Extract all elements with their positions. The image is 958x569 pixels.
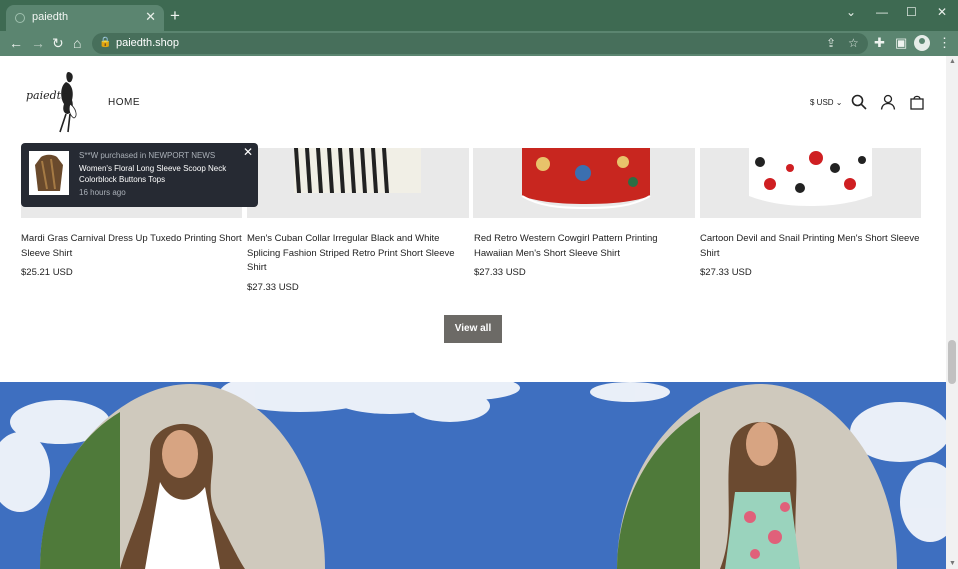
- currency-label: $ USD: [810, 98, 834, 107]
- profile-avatar-icon[interactable]: [914, 35, 930, 51]
- banner-image: [0, 382, 946, 569]
- product-image[interactable]: [247, 148, 469, 218]
- tab-search-icon[interactable]: ⌄: [846, 5, 856, 19]
- product-price: $27.33 USD: [247, 282, 299, 293]
- close-notification-icon[interactable]: ✕: [243, 145, 253, 159]
- reload-icon[interactable]: ↻: [52, 35, 64, 51]
- browser-tab-strip: paiedth ✕ + ⌄ — ☐ ✕: [0, 0, 958, 31]
- purchase-notification[interactable]: S**W purchased in NEWPORT NEWS Women's F…: [21, 143, 258, 207]
- globe-icon: [15, 13, 25, 23]
- maximize-icon[interactable]: ☐: [906, 5, 917, 19]
- minimize-icon[interactable]: —: [876, 5, 888, 19]
- address-bar[interactable]: 🔒 paiedth.shop ⇪ ☆: [92, 33, 868, 54]
- back-icon[interactable]: ←: [9, 35, 23, 51]
- forward-icon[interactable]: →: [31, 35, 45, 51]
- url-text: paiedth.shop: [116, 37, 179, 49]
- product-title[interactable]: Men's Cuban Collar Irregular Black and W…: [247, 232, 469, 276]
- product-image[interactable]: [473, 148, 695, 218]
- search-icon[interactable]: [851, 94, 867, 110]
- scroll-up-icon[interactable]: ▲: [949, 58, 956, 65]
- product-price: $25.21 USD: [21, 267, 73, 278]
- product-title[interactable]: Red Retro Western Cowgirl Pattern Printi…: [474, 232, 696, 261]
- striped-shirt-image: [294, 148, 421, 193]
- home-icon[interactable]: ⌂: [73, 35, 81, 51]
- product-image[interactable]: [700, 148, 921, 218]
- notification-product-name[interactable]: Women's Floral Long Sleeve Scoop Neck Co…: [79, 163, 244, 185]
- scrollbar-thumb[interactable]: [948, 340, 956, 384]
- scroll-down-icon[interactable]: ▼: [949, 560, 956, 567]
- product-price: $27.33 USD: [474, 267, 526, 278]
- currency-selector[interactable]: $ USD ⌄: [810, 98, 843, 107]
- account-icon[interactable]: [880, 94, 896, 110]
- new-tab-icon[interactable]: +: [170, 6, 180, 26]
- page-scrollbar[interactable]: ▲ ▼: [946, 56, 958, 569]
- tab-title: paiedth: [32, 11, 69, 23]
- cartoon-devil-shirt-image: [749, 148, 872, 206]
- view-all-button[interactable]: View all: [444, 315, 502, 343]
- logo[interactable]: [24, 70, 84, 134]
- product-price: $27.33 USD: [700, 267, 752, 278]
- share-icon[interactable]: ⇪: [826, 36, 836, 50]
- nav-home-link[interactable]: HOME: [108, 97, 140, 108]
- browser-tab[interactable]: paiedth ✕: [6, 5, 164, 31]
- browser-toolbar: ← → ↻ ⌂ 🔒 paiedth.shop ⇪ ☆ ✚ ▣ ⋮: [0, 31, 958, 56]
- notification-time: 16 hours ago: [79, 188, 126, 197]
- lock-icon[interactable]: 🔒: [99, 37, 111, 48]
- red-cowgirl-shirt-image: [521, 148, 651, 210]
- product-title[interactable]: Cartoon Devil and Snail Printing Men's S…: [700, 232, 928, 261]
- purchaser-info: S**W purchased in NEWPORT NEWS: [79, 151, 216, 160]
- tab-close-icon[interactable]: ✕: [145, 9, 156, 25]
- close-window-icon[interactable]: ✕: [937, 5, 947, 19]
- logo-text: paiedth: [26, 89, 69, 102]
- side-panel-icon[interactable]: ▣: [895, 35, 907, 51]
- page-viewport: paiedth HOME $ USD ⌄ Mardi Gras Carnival…: [0, 56, 946, 569]
- cart-icon[interactable]: [909, 94, 925, 110]
- hero-banner: [0, 382, 946, 569]
- extensions-icon[interactable]: ✚: [874, 35, 885, 51]
- bookmark-star-icon[interactable]: ☆: [848, 36, 859, 50]
- product-thumbnail: [29, 151, 69, 195]
- menu-icon[interactable]: ⋮: [938, 35, 951, 51]
- product-title[interactable]: Mardi Gras Carnival Dress Up Tuxedo Prin…: [21, 232, 243, 261]
